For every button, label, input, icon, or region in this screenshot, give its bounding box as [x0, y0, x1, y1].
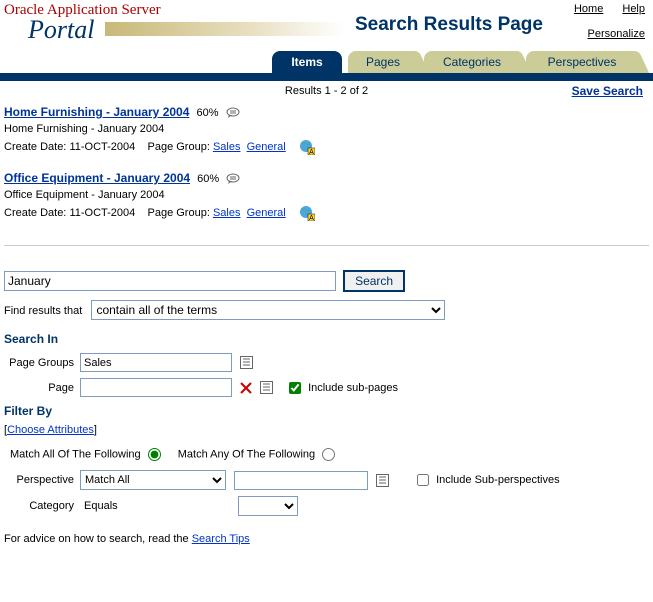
tab-perspectives[interactable]: Perspectives — [526, 51, 638, 73]
result-score: 60% — [197, 173, 219, 185]
perspective-match-select[interactable]: Match All — [80, 470, 226, 490]
create-date-label: Create Date: — [4, 207, 66, 219]
search-in-title: Search In — [0, 328, 653, 350]
divider — [4, 245, 649, 246]
find-results-label: Find results that — [4, 305, 82, 317]
result-item: Office Equipment - January 2004 60% Offi… — [0, 167, 653, 233]
list-icon[interactable] — [240, 356, 253, 369]
category-value-select[interactable] — [238, 496, 298, 516]
clear-icon[interactable] — [240, 382, 252, 394]
translate-icon[interactable]: A — [299, 205, 315, 221]
list-icon[interactable] — [376, 474, 389, 487]
help-link[interactable]: Help — [622, 3, 645, 15]
tab-underline — [0, 73, 653, 81]
page-group-label: Page Group: — [148, 207, 210, 219]
create-date-value: 11-OCT-2004 — [69, 207, 135, 219]
save-search-link[interactable]: Save Search — [572, 84, 643, 98]
create-date-value: 11-OCT-2004 — [69, 141, 135, 153]
result-title-link[interactable]: Office Equipment - January 2004 — [4, 171, 190, 185]
result-item: Home Furnishing - January 2004 60% Home … — [0, 101, 653, 167]
result-score: 60% — [196, 107, 218, 119]
include-subpages-checkbox[interactable] — [289, 382, 301, 394]
include-subpages-label: Include sub-pages — [308, 382, 398, 394]
category-label: Category — [4, 500, 80, 512]
list-icon[interactable] — [260, 381, 273, 394]
page-field[interactable] — [80, 378, 232, 397]
discussion-icon[interactable] — [226, 107, 242, 119]
advice-text: For advice on how to search, read the — [4, 533, 192, 545]
home-link[interactable]: Home — [574, 3, 603, 15]
result-description: Home Furnishing - January 2004 — [4, 123, 649, 135]
filter-by-title: Filter By — [0, 400, 653, 422]
match-all-label: Match All Of The Following — [10, 449, 141, 461]
create-date-label: Create Date: — [4, 141, 66, 153]
page-groups-label: Page Groups — [4, 357, 80, 369]
result-title-link[interactable]: Home Furnishing - January 2004 — [4, 105, 189, 119]
page-group-label: Page Group: — [148, 141, 210, 153]
find-results-select[interactable]: contain all of the terms — [91, 300, 445, 320]
choose-attributes-link[interactable]: Choose Attributes — [7, 424, 94, 436]
category-operator: Equals — [80, 500, 122, 512]
svg-text:A: A — [309, 215, 314, 221]
page-title: Search Results Page — [355, 14, 543, 36]
perspective-label: Perspective — [4, 474, 80, 486]
match-any-radio[interactable] — [322, 448, 335, 461]
page-groups-field[interactable] — [80, 353, 232, 372]
discussion-icon[interactable] — [226, 173, 242, 185]
tab-pages[interactable]: Pages — [348, 51, 418, 73]
page-group-link[interactable]: Sales — [213, 141, 241, 153]
svg-text:A: A — [309, 149, 314, 155]
include-sub-perspectives-label: Include Sub-perspectives — [436, 474, 560, 486]
page-label: Page — [4, 382, 80, 394]
page-group-link[interactable]: General — [247, 141, 286, 153]
search-input[interactable] — [4, 271, 336, 291]
include-sub-perspectives-checkbox[interactable] — [417, 474, 429, 486]
page-group-link[interactable]: Sales — [213, 207, 241, 219]
results-count: Results 1 - 2 of 2 — [285, 85, 368, 97]
match-all-radio[interactable] — [148, 448, 161, 461]
match-any-label: Match Any Of The Following — [178, 449, 315, 461]
tab-categories[interactable]: Categories — [424, 51, 520, 73]
result-description: Office Equipment - January 2004 — [4, 189, 649, 201]
personalize-link[interactable]: Personalize — [588, 28, 645, 40]
page-group-link[interactable]: General — [247, 207, 286, 219]
tab-items[interactable]: Items — [272, 51, 342, 73]
translate-icon[interactable]: A — [299, 139, 315, 155]
perspective-value-field[interactable] — [234, 471, 368, 490]
search-button[interactable]: Search — [343, 270, 405, 292]
search-tips-link[interactable]: Search Tips — [192, 533, 250, 545]
portal-logo: Portal — [28, 15, 161, 45]
